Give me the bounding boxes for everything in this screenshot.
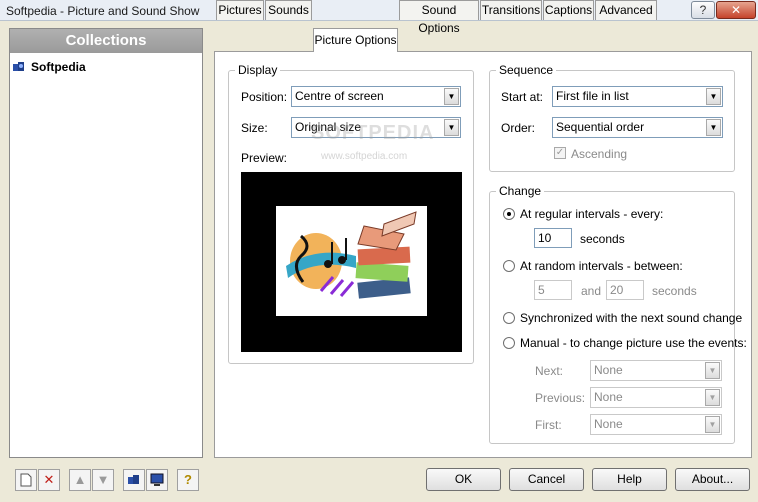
first-event-select[interactable]: None ▼	[590, 414, 722, 435]
new-icon[interactable]	[15, 469, 37, 491]
delete-icon[interactable]: ✕	[38, 469, 60, 491]
start-at-value: First file in list	[556, 89, 629, 103]
window-close-button[interactable]: ✕	[716, 1, 756, 19]
ascending-label: Ascending	[571, 147, 628, 161]
manual-label: Manual - to change picture use the event…	[520, 336, 747, 350]
random-max-input[interactable]: 20	[606, 280, 644, 300]
regular-interval-input[interactable]: 10	[534, 228, 572, 248]
preview-image	[276, 206, 427, 316]
random-seconds-label: seconds	[652, 284, 697, 298]
order-value: Sequential order	[556, 120, 645, 134]
preview-area	[241, 172, 462, 352]
chevron-down-icon: ▼	[706, 119, 721, 136]
order-label: Order:	[501, 121, 536, 135]
move-down-icon[interactable]: ▼	[92, 469, 114, 491]
previous-label: Previous:	[535, 391, 586, 405]
first-event-value: None	[594, 417, 623, 431]
help-button[interactable]: Help	[592, 468, 667, 491]
synchronized-radio[interactable]	[503, 312, 515, 324]
cancel-button[interactable]: Cancel	[509, 468, 584, 491]
collection-icon	[12, 60, 26, 74]
position-value: Centre of screen	[295, 89, 384, 103]
previous-event-value: None	[594, 390, 623, 404]
random-intervals-radio[interactable]	[503, 260, 515, 272]
next-event-select[interactable]: None ▼	[590, 360, 722, 381]
position-select[interactable]: Centre of screen ▼	[291, 86, 461, 107]
help-icon[interactable]: ?	[177, 469, 199, 491]
chevron-down-icon: ▼	[444, 119, 459, 136]
watermark-subtext: www.softpedia.com	[321, 151, 408, 162]
tab-picture-options[interactable]: Picture Options	[313, 28, 398, 52]
order-select[interactable]: Sequential order ▼	[552, 117, 723, 138]
window-title: Softpedia - Picture and Sound Show	[6, 4, 200, 18]
change-group-title: Change	[496, 184, 545, 198]
random-min-input[interactable]: 5	[534, 280, 572, 300]
chevron-down-icon: ▼	[444, 88, 459, 105]
random-intervals-label: At random intervals - between:	[520, 259, 683, 273]
chevron-down-icon: ▼	[705, 362, 720, 379]
next-event-value: None	[594, 363, 623, 377]
music-books-clipart-icon	[286, 211, 417, 299]
slideshow-icon[interactable]	[123, 469, 145, 491]
start-at-select[interactable]: First file in list ▼	[552, 86, 723, 107]
collection-item-label: Softpedia	[31, 60, 86, 74]
tab-transitions[interactable]: Transitions	[480, 0, 542, 20]
position-label: Position:	[241, 90, 288, 104]
regular-intervals-label: At regular intervals - every:	[520, 207, 664, 221]
tab-advanced[interactable]: Advanced	[595, 0, 657, 20]
next-label: Next:	[535, 364, 564, 378]
size-label: Size:	[241, 121, 268, 135]
collections-header: Collections	[10, 29, 202, 53]
chevron-down-icon: ▼	[706, 88, 721, 105]
sequence-group-title: Sequence	[496, 63, 557, 77]
watermark-text: SOFTPEDIA	[311, 122, 435, 144]
window-help-button[interactable]: ?	[691, 1, 715, 19]
chevron-down-icon: ▼	[705, 416, 720, 433]
tab-sound-options[interactable]: Sound Options	[399, 0, 479, 35]
preview-label: Preview:	[241, 151, 288, 165]
first-label: First:	[535, 418, 562, 432]
tab-captions[interactable]: Captions	[543, 0, 594, 20]
synchronized-label: Synchronized with the next sound change	[520, 311, 743, 325]
seconds-label: seconds	[580, 232, 625, 246]
move-up-icon[interactable]: ▲	[69, 469, 91, 491]
display-group-title: Display	[235, 63, 281, 77]
manual-radio[interactable]	[503, 337, 515, 349]
start-at-label: Start at:	[501, 90, 544, 104]
chevron-down-icon: ▼	[705, 389, 720, 406]
and-label: and	[581, 284, 602, 298]
ascending-checkbox[interactable]: ✓	[554, 147, 566, 159]
about-button[interactable]: About...	[675, 468, 750, 491]
monitor-icon[interactable]	[146, 469, 168, 491]
tab-sounds[interactable]: Sounds	[265, 0, 312, 20]
collections-pane: Collections Softpedia	[9, 28, 203, 458]
ok-button[interactable]: OK	[426, 468, 501, 491]
regular-intervals-radio[interactable]	[503, 208, 515, 220]
tab-pictures[interactable]: Pictures	[216, 0, 264, 20]
previous-event-select[interactable]: None ▼	[590, 387, 722, 408]
picture-options-panel: Display Position: Centre of screen ▼ Siz…	[214, 51, 752, 458]
